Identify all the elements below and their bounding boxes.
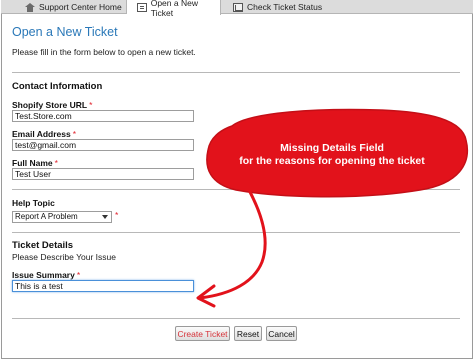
tab-open-new-ticket[interactable]: Open a New Ticket (127, 0, 221, 18)
contact-section-title: Contact Information (12, 81, 103, 92)
required-mark: * (76, 270, 81, 280)
page-title: Open a New Ticket (12, 25, 118, 39)
status-icon (233, 2, 243, 12)
help-topic-label: Help Topic (12, 198, 55, 208)
divider (12, 189, 460, 190)
divider (12, 318, 460, 319)
divider (12, 72, 460, 73)
help-topic-select[interactable]: Report A Problem (12, 211, 112, 223)
issue-summary-label: Issue Summary * (12, 270, 81, 280)
full-name-input[interactable]: Test User (12, 168, 194, 180)
divider (12, 232, 460, 233)
email-input[interactable]: test@gmail.com (12, 139, 194, 151)
email-label: Email Address * (12, 129, 77, 139)
help-topic-value: Report A Problem (15, 212, 78, 221)
required-mark: * (89, 100, 93, 110)
tab-label: Check Ticket Status (247, 2, 323, 12)
cancel-button[interactable]: Cancel (266, 326, 297, 341)
reset-button[interactable]: Reset (234, 326, 262, 341)
store-url-input[interactable]: Test.Store.com (12, 110, 194, 122)
full-name-label: Full Name * (12, 158, 58, 168)
tab-label: Open a New Ticket (150, 0, 198, 18)
chevron-down-icon (102, 215, 108, 219)
ticket-section-title: Ticket Details (12, 240, 74, 251)
create-ticket-button[interactable]: Create Ticket (175, 326, 230, 341)
home-icon (25, 2, 35, 12)
issue-summary-input[interactable]: This is a test (12, 280, 194, 292)
tab-label: Support Center Home (39, 2, 122, 12)
annotation-line-1: Missing Details Field (280, 142, 384, 154)
store-url-label: Shopify Store URL * (12, 100, 93, 110)
required-mark: * (54, 158, 58, 168)
required-mark: * (115, 210, 119, 220)
annotation-line-2: for the reasons for opening the ticket (239, 155, 425, 167)
tab-support-center-home[interactable]: Support Center Home (1, 0, 127, 14)
annotation-text: Missing Details Field for the reasons fo… (200, 142, 464, 168)
ticket-describe-text: Please Describe Your Issue (12, 252, 116, 262)
page-intro: Please fill in the form below to open a … (12, 47, 196, 57)
ticket-icon (137, 3, 147, 12)
tab-bar: Support Center Home Open a New Ticket Ch… (1, 0, 473, 18)
tab-check-ticket-status[interactable]: Check Ticket Status (221, 0, 331, 14)
required-mark: * (72, 129, 77, 139)
